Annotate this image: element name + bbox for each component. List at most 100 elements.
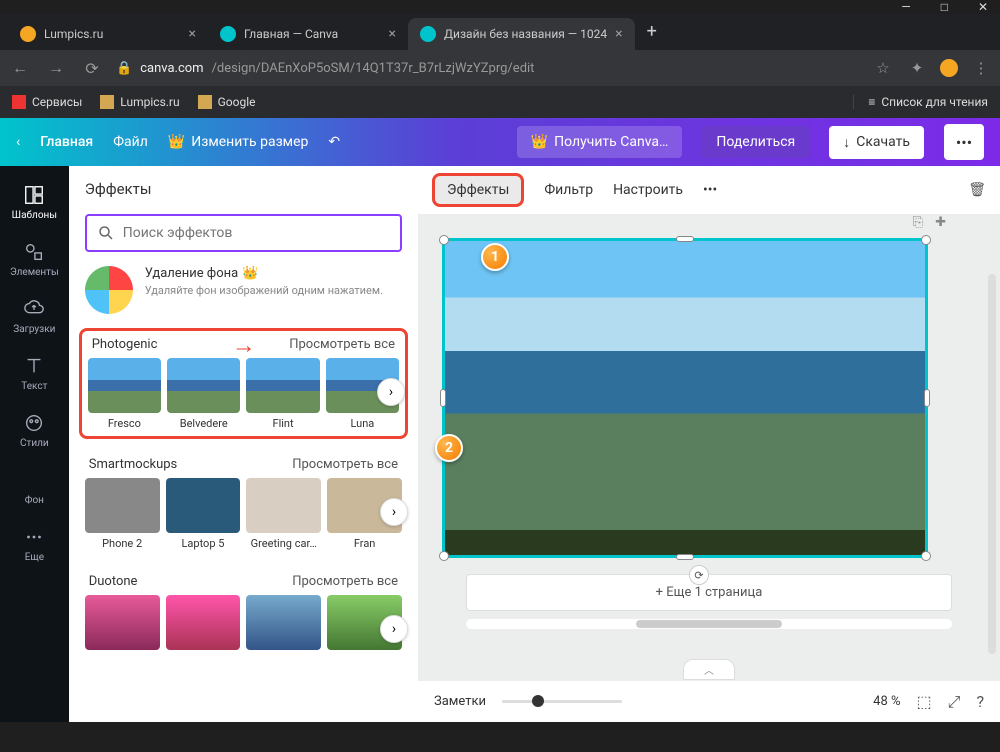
resize-handle[interactable] [440, 389, 446, 407]
nav-label: Элементы [10, 267, 59, 278]
zoom-thumb[interactable] [532, 695, 544, 707]
download-button[interactable]: ↓Скачать [829, 126, 924, 159]
bookmark-services[interactable]: Сервисы [12, 95, 82, 109]
file-menu[interactable]: Файл [113, 134, 148, 150]
effect-thumb[interactable]: Laptop 5 [166, 478, 241, 550]
add-page-button[interactable]: + Еще 1 страница ⟳ [466, 574, 952, 611]
reading-list-button[interactable]: ≡Список для чтения [853, 95, 988, 109]
minimize-button[interactable]: — [901, 0, 910, 14]
nav-background[interactable]: Фон [0, 459, 69, 516]
extension-icon[interactable]: ✦ [906, 59, 928, 77]
nav-elements[interactable]: Элементы [0, 231, 69, 288]
tab-close-icon[interactable]: × [389, 26, 396, 42]
browser-tab[interactable]: Дизайн без названия — 1024 × [408, 18, 635, 50]
nav-uploads[interactable]: Загрузки [0, 288, 69, 345]
thumb-image [88, 358, 161, 413]
effects-search[interactable] [85, 214, 402, 252]
next-button[interactable]: › [377, 378, 405, 406]
zoom-slider[interactable] [502, 700, 622, 703]
canvas-viewport[interactable]: ⎘ ✚ + Еще 1 страница ⟳ [418, 214, 1000, 680]
trash-icon[interactable]: 🗑 [968, 182, 986, 198]
add-page-icon[interactable]: ✚ [935, 215, 946, 230]
help-icon[interactable]: ? [976, 692, 984, 711]
notes-button[interactable]: Заметки [434, 694, 486, 709]
download-icon: ↓ [843, 134, 850, 151]
horizontal-scrollbar[interactable] [466, 619, 952, 629]
new-tab-button[interactable]: + [635, 13, 669, 50]
annotation-marker-2: 2 [435, 434, 463, 462]
resize-handle[interactable] [676, 554, 694, 560]
effect-thumb[interactable]: Flint [246, 358, 319, 430]
thumb-label: Flint [246, 417, 319, 430]
crown-icon: 👑 [531, 134, 548, 150]
effect-thumb[interactable] [85, 595, 160, 650]
thumb-label: Greeting car… [246, 537, 321, 550]
effect-thumb[interactable] [246, 595, 321, 650]
see-all-link[interactable]: Просмотреть все [292, 574, 398, 589]
maximize-button[interactable]: □ [941, 0, 948, 14]
undo-icon[interactable]: ↶ [328, 134, 340, 150]
see-all-link[interactable]: Просмотреть все [289, 337, 395, 352]
resize-button[interactable]: 👑Изменить размер [168, 134, 309, 150]
nav-reload-icon[interactable]: ⟳ [80, 59, 104, 78]
resize-handle[interactable] [921, 235, 931, 245]
duplicate-page-icon[interactable]: ⎘ [913, 215, 923, 230]
nav-templates[interactable]: Шаблоны [0, 174, 69, 231]
effects-search-input[interactable] [123, 225, 390, 241]
toolbar-adjust[interactable]: Настроить [613, 182, 683, 198]
bookmark-star-icon[interactable]: ☆ [872, 59, 894, 77]
bookmark-lumpics[interactable]: Lumpics.ru [100, 95, 179, 109]
browser-tab[interactable]: Главная — Canva× [208, 18, 408, 50]
see-all-link[interactable]: Просмотреть все [292, 457, 398, 472]
home-button[interactable]: Главная [40, 134, 93, 150]
effect-thumb[interactable]: Greeting car… [246, 478, 321, 550]
bg-remove-desc: Удаляйте фон изображений одним нажатием. [145, 284, 402, 298]
annotation-arrow: → [232, 331, 256, 360]
tab-close-icon[interactable]: × [615, 26, 622, 42]
thumb-image [166, 595, 241, 650]
close-window-button[interactable]: ✕ [978, 0, 988, 14]
bookmark-google[interactable]: Google [198, 95, 256, 109]
browser-menu-icon[interactable]: ⋮ [970, 59, 992, 77]
thumb-image [246, 595, 321, 650]
tab-title: Дизайн без названия — 1024 [444, 27, 607, 41]
resize-handle[interactable] [921, 551, 931, 561]
thumb-image [246, 358, 319, 413]
fullscreen-icon[interactable]: ⤢ [948, 692, 961, 712]
more-menu-button[interactable]: ••• [944, 124, 984, 160]
resize-handle[interactable] [439, 551, 449, 561]
nav-text[interactable]: Текст [0, 345, 69, 402]
next-button[interactable]: › [380, 615, 408, 643]
thumb-label: Fran [327, 537, 402, 550]
toolbar-more[interactable]: ••• [703, 182, 717, 198]
pages-icon[interactable]: ⬚ [917, 692, 932, 711]
resize-handle[interactable] [676, 236, 694, 242]
url-input[interactable]: 🔒 canva.com/design/DAEnXoP5oSM/14Q1T37r_… [116, 61, 860, 76]
nav-forward-icon[interactable]: → [44, 58, 68, 78]
refresh-icon[interactable]: ⟳ [689, 565, 709, 585]
get-canva-button[interactable]: 👑Получить Canva… [517, 126, 683, 158]
browser-tab[interactable]: Lumpics.ru× [8, 18, 208, 50]
canvas-image[interactable] [442, 238, 928, 558]
effect-thumb[interactable]: Phone 2 [85, 478, 160, 550]
share-button[interactable]: Поделиться [702, 126, 809, 158]
toolbar-filter[interactable]: Фильтр [544, 182, 593, 198]
bg-remove-card[interactable]: Удаление фона 👑 Удаляйте фон изображений… [85, 266, 402, 314]
canvas-toolbar: Эффекты Фильтр Настроить ••• 🗑 [418, 166, 1000, 214]
resize-handle[interactable] [439, 235, 449, 245]
folder-icon [198, 95, 212, 109]
profile-avatar[interactable] [940, 59, 958, 77]
effect-thumb[interactable]: Fresco [88, 358, 161, 430]
nav-back-icon[interactable]: ← [8, 58, 32, 78]
effect-thumb[interactable]: Belvedere [167, 358, 240, 430]
header-back-icon[interactable]: ‹ [16, 134, 20, 150]
tab-close-icon[interactable]: × [189, 26, 196, 42]
next-button[interactable]: › [380, 498, 408, 526]
toolbar-effects[interactable]: Эффекты [432, 173, 524, 207]
expand-panel-button[interactable]: ︿ [683, 659, 735, 680]
vertical-scrollbar[interactable] [988, 274, 996, 654]
nav-more[interactable]: Еще [0, 516, 69, 573]
nav-styles[interactable]: Стили [0, 402, 69, 459]
effect-thumb[interactable] [166, 595, 241, 650]
resize-handle[interactable] [924, 389, 930, 407]
